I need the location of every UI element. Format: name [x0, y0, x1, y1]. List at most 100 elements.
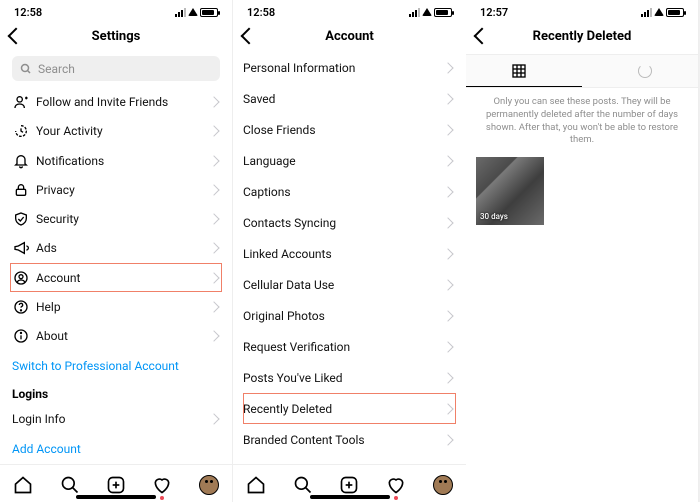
tab-new[interactable] [105, 474, 127, 496]
row-label: Ads [36, 241, 210, 255]
content-area: Only you can see these posts. They will … [466, 52, 698, 502]
signal-icon [409, 8, 420, 17]
tab-home[interactable] [245, 474, 267, 496]
search-icon [60, 475, 80, 495]
tab-new[interactable] [338, 474, 360, 496]
chevron-right-icon [208, 330, 219, 341]
row-branded-content[interactable]: Branded Content Tools [243, 424, 456, 455]
plus-box-icon [106, 475, 126, 495]
row-label: Posts You've Liked [243, 371, 444, 385]
home-icon [13, 475, 33, 495]
chevron-right-icon [208, 272, 219, 283]
chevron-right-icon [442, 155, 453, 166]
row-recently-deleted[interactable]: Recently Deleted [243, 393, 456, 424]
row-login-info[interactable]: Login Info [10, 405, 222, 434]
tab-grid[interactable] [466, 55, 582, 87]
row-label: Recently Deleted [243, 402, 444, 416]
chevron-right-icon [442, 62, 453, 73]
search-icon [20, 63, 32, 75]
wifi-icon [654, 6, 664, 19]
avatar-icon [199, 475, 219, 495]
row-notifications[interactable]: Notifications [10, 146, 222, 175]
tab-home[interactable] [12, 474, 34, 496]
status-right [409, 6, 452, 19]
back-icon[interactable] [474, 28, 491, 45]
tab-profile[interactable] [198, 474, 220, 496]
back-icon[interactable] [241, 28, 258, 45]
nav-header: Settings [0, 20, 232, 52]
chevron-right-icon [208, 184, 219, 195]
row-label: Cellular Data Use [243, 278, 444, 292]
row-label: Language [243, 154, 444, 168]
row-personal-info[interactable]: Personal Information [243, 52, 456, 83]
row-label: Linked Accounts [243, 247, 444, 261]
home-indicator [310, 495, 390, 499]
row-label: Notifications [36, 154, 210, 168]
row-follow-invite[interactable]: Follow and Invite Friends [10, 87, 222, 116]
switch-professional-link[interactable]: Switch to Professional Account [10, 351, 222, 381]
chevron-right-icon [208, 213, 219, 224]
grid-icon [511, 63, 527, 79]
deleted-post-thumbnail[interactable]: 30 days [476, 157, 544, 225]
chevron-right-icon [442, 124, 453, 135]
chevron-right-icon [442, 279, 453, 290]
row-captions[interactable]: Captions [243, 176, 456, 207]
back-icon[interactable] [8, 28, 25, 45]
status-bar: 12:58 [233, 0, 466, 20]
clock-icon [10, 123, 32, 139]
tab-activity[interactable] [151, 474, 173, 496]
page-title: Settings [92, 29, 141, 44]
lock-icon [10, 182, 32, 198]
row-about[interactable]: About [10, 321, 222, 350]
row-account[interactable]: Account [10, 263, 222, 292]
thumb-grid: 30 days [466, 155, 698, 225]
row-posts-liked[interactable]: Posts You've Liked [243, 362, 456, 393]
status-time: 12:58 [247, 6, 275, 19]
row-label: Original Photos [243, 309, 444, 323]
add-account-link[interactable]: Add Account [10, 434, 222, 464]
megaphone-icon [10, 240, 32, 256]
tab-strip [466, 54, 698, 88]
row-original-photos[interactable]: Original Photos [243, 300, 456, 331]
row-security[interactable]: Security [10, 204, 222, 233]
wifi-icon [422, 6, 432, 19]
row-linked-accounts[interactable]: Linked Accounts [243, 238, 456, 269]
row-cellular-data[interactable]: Cellular Data Use [243, 269, 456, 300]
days-remaining-badge: 30 days [480, 212, 508, 221]
shield-icon [10, 211, 32, 227]
home-indicator [76, 495, 156, 499]
wifi-icon [188, 6, 198, 19]
status-right [641, 6, 684, 19]
search-input[interactable]: Search [12, 56, 220, 81]
chevron-right-icon [442, 186, 453, 197]
row-label: Privacy [36, 183, 210, 197]
row-label: Personal Information [243, 61, 444, 75]
row-activity[interactable]: Your Activity [10, 117, 222, 146]
tab-reels[interactable] [582, 55, 698, 87]
row-contacts-syncing[interactable]: Contacts Syncing [243, 207, 456, 238]
account-icon [10, 270, 32, 286]
row-label: Login Info [10, 412, 210, 426]
row-saved[interactable]: Saved [243, 83, 456, 114]
info-note: Only you can see these posts. They will … [466, 88, 698, 155]
tab-search[interactable] [59, 474, 81, 496]
tab-activity[interactable] [385, 474, 407, 496]
home-icon [246, 475, 266, 495]
row-privacy[interactable]: Privacy [10, 175, 222, 204]
row-label: Follow and Invite Friends [36, 95, 210, 109]
row-request-verification[interactable]: Request Verification [243, 331, 456, 362]
chevron-right-icon [442, 434, 453, 445]
row-help[interactable]: Help [10, 292, 222, 321]
row-label: Request Verification [243, 340, 444, 354]
tab-search[interactable] [292, 474, 314, 496]
chevron-right-icon [442, 310, 453, 321]
tab-profile[interactable] [432, 474, 454, 496]
row-language[interactable]: Language [243, 145, 456, 176]
battery-icon [200, 8, 218, 17]
bell-icon [10, 153, 32, 169]
battery-icon [666, 8, 684, 17]
row-ads[interactable]: Ads [10, 234, 222, 263]
page-title: Recently Deleted [533, 29, 632, 44]
spinner-icon [638, 64, 652, 78]
row-close-friends[interactable]: Close Friends [243, 114, 456, 145]
